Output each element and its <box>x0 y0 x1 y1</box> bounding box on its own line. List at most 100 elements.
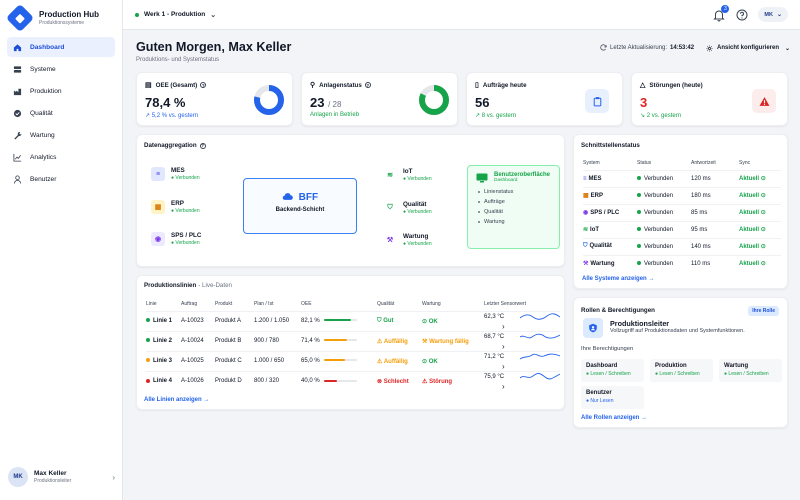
interface-status: Verbunden <box>637 203 691 221</box>
table-row[interactable]: ⚒ Wartung Verbunden 110 ms Aktuell ⊙ <box>583 254 781 272</box>
table-row[interactable]: ≡ MES Verbunden 120 ms Aktuell ⊙ <box>583 169 781 187</box>
table-row[interactable]: Linie 2 A-10024 Produkt B 900 / 780 71,4 % ⚠ … <box>146 330 561 351</box>
warning-icon: ⚠ <box>377 358 383 365</box>
notifications-button[interactable]: 3 <box>712 4 730 22</box>
production-lines-title-row: Produktionslinien - Live-Daten <box>144 282 232 289</box>
interface-table: System Status Antwortzeit Sync ≡ MES Verbu… <box>583 156 781 272</box>
sidebar-item-systeme[interactable]: Systeme <box>7 59 115 79</box>
sidebar-item-label: Qualität <box>30 109 53 117</box>
status-dot-icon <box>637 209 641 214</box>
source-plc[interactable]: ◉ SPS / PLC ● Verbunden <box>151 232 201 246</box>
line-oee-text: 82,1 % <box>301 318 320 324</box>
status-dot-icon <box>146 318 150 323</box>
user-profile[interactable]: MK Max Keller Produktionsleiter › <box>8 464 115 490</box>
help-button[interactable] <box>735 8 749 22</box>
table-row[interactable]: ▦ ERP Verbunden 180 ms Aktuell ⊙ <box>583 186 781 204</box>
kpi-oee-trend-text: 5,2 % vs. gestern <box>151 113 199 119</box>
sparkline <box>519 333 561 339</box>
column-header: Produkt <box>215 300 233 307</box>
database-icon: ≡ <box>583 175 587 182</box>
table-row[interactable]: ≋ IoT Verbunden 95 ms Aktuell ⊙ <box>583 220 781 238</box>
sidebar-item-label: Benutzer <box>30 175 57 183</box>
interface-status-text: Verbunden <box>644 260 674 267</box>
all-lines-link[interactable]: Alle Linien anzeigen → <box>144 397 209 403</box>
kpi-faults-trend: ↘ 2 vs. gestern <box>640 113 682 119</box>
info-icon[interactable]: ? <box>199 142 206 149</box>
sidebar-item-produktion[interactable]: Produktion <box>7 81 115 101</box>
oee-bar <box>323 379 357 382</box>
service-iot[interactable]: ≋ IoT ● Verbunden <box>383 168 432 182</box>
status-dot-icon <box>146 378 150 383</box>
bff-title-row: BFF <box>244 192 356 203</box>
info-icon[interactable]: ? <box>200 82 207 88</box>
service-status: ● Verbunden <box>403 241 432 247</box>
bff-node[interactable]: BFF Backend-Schicht <box>243 178 357 234</box>
sidebar-item-dashboard[interactable]: Dashboard <box>7 37 115 57</box>
site-selector[interactable]: Werk 1 - Produktion ⌄ <box>135 11 216 19</box>
topbar-actions: 3 MK ⌄ <box>712 4 788 22</box>
kpi-orders-card[interactable]: ▯ Aufträge heute 56 ↗ 8 vs. gestern <box>466 72 623 126</box>
kpi-plants-card[interactable]: ⚲ Anlagenstatus ? 23 / 28 Anlagen in Bet… <box>301 72 458 126</box>
kpi-faults-card[interactable]: △ Störungen (heute) 3 ↘ 2 vs. gestern <box>631 72 788 126</box>
table-row[interactable]: Linie 3 A-10025 Produkt C 1.000 / 650 65,0 %… <box>146 350 561 371</box>
interface-system: ◉ SPS / PLC <box>583 203 637 221</box>
kpi-orders-trend-text: 8 vs. gestern <box>481 113 517 119</box>
wifi-icon: ≋ <box>583 227 589 233</box>
line-oee-text: 65,0 % <box>301 358 320 364</box>
line-oee: 71,4 % <box>301 330 377 351</box>
sidebar-item-analytics[interactable]: Analytics <box>7 147 115 167</box>
server-icon <box>13 65 22 74</box>
kpi-oee-title: OEE (Gesamt) <box>155 81 198 89</box>
line-sensor: 68,7 °C› <box>484 330 561 351</box>
chevron-right-icon[interactable]: › <box>502 382 505 391</box>
chevron-right-icon[interactable]: › <box>502 322 505 331</box>
line-oee: 65,0 % <box>301 350 377 371</box>
permission-wartung: Wartung ● Lesen / Schreiben <box>719 359 782 382</box>
table-row[interactable]: Linie 1 A-10023 Produkt A 1.200 / 1.050 82,1… <box>146 310 561 331</box>
status-dot-icon <box>135 12 139 17</box>
table-row[interactable]: ◉ SPS / PLC Verbunden 85 ms Aktuell ⊙ <box>583 203 781 221</box>
all-roles-link[interactable]: Alle Rollen anzeigen → <box>581 415 647 421</box>
line-plan: 800 / 320 <box>254 370 301 391</box>
interface-response: 110 ms <box>691 254 739 272</box>
sidebar-item-qualitaet[interactable]: Qualität <box>7 103 115 123</box>
frontend-node[interactable]: Benutzeroberfläche Dashboard Linienstatu… <box>467 165 560 249</box>
check-circle-icon: ⊙ <box>760 244 766 250</box>
oee-bar-fill <box>323 319 351 322</box>
table-row[interactable]: Linie 4 A-10026 Produkt D 800 / 320 40,0 % ⊗ … <box>146 370 561 391</box>
sidebar-item-benutzer[interactable]: Benutzer <box>7 169 115 189</box>
service-maintenance[interactable]: ⚒ Wartung ● Verbunden <box>383 233 432 247</box>
frontend-subtitle: Dashboard <box>494 178 518 183</box>
chevron-right-icon[interactable]: › <box>502 362 505 371</box>
table-row[interactable]: ⛉ Qualität Verbunden 140 ms Aktuell ⊙ <box>583 237 781 255</box>
kpi-oee-card[interactable]: ▤ OEE (Gesamt) ? 78,4 % ↗ 5,2 % vs. gest… <box>136 72 293 126</box>
grid-icon: ▦ <box>583 193 589 199</box>
brand[interactable]: Production Hub Produktionssysteme <box>0 0 122 36</box>
shield-icon: ⛉ <box>583 243 588 249</box>
line-quality-text: Gut <box>383 317 394 324</box>
error-icon: ⊗ <box>377 378 383 385</box>
source-mes[interactable]: ≡ MES ● Verbunden <box>151 167 200 181</box>
chevron-right-icon[interactable]: › <box>502 342 505 351</box>
all-systems-link[interactable]: Alle Systeme anzeigen → <box>582 276 654 282</box>
page-subtitle: Produktions- und Systemstatus <box>136 57 220 63</box>
user-menu-button[interactable]: MK ⌄ <box>758 7 788 22</box>
chevron-down-icon: ⌄ <box>210 11 217 19</box>
list-item: Wartung <box>478 219 559 225</box>
service-quality[interactable]: ⛉ Qualität ● Verbunden <box>383 201 432 215</box>
production-lines-title: Produktionslinien <box>144 282 197 289</box>
configure-view-button[interactable]: Ansicht konfigurieren ⌄ <box>700 40 796 56</box>
sidebar-item-wartung[interactable]: Wartung <box>7 125 115 145</box>
column-header: OEE <box>301 300 312 307</box>
source-erp[interactable]: ▦ ERP ● Verbunden <box>151 200 200 214</box>
chip-icon: ◉ <box>583 210 589 216</box>
oee-bar <box>323 339 357 342</box>
interface-sync: Aktuell ⊙ <box>739 203 781 221</box>
line-quality: ⊗ Schlecht <box>377 370 422 391</box>
service-status: ● Verbunden <box>403 209 432 215</box>
permission-rights: ● Lesen / Schreiben <box>724 371 769 377</box>
info-icon[interactable]: ? <box>364 82 371 88</box>
line-quality: ⚠ Auffällig <box>377 330 422 351</box>
kpi-plants-title-row: ⚲ Anlagenstatus ? <box>310 81 371 89</box>
warning-icon: ⚠ <box>422 378 428 385</box>
